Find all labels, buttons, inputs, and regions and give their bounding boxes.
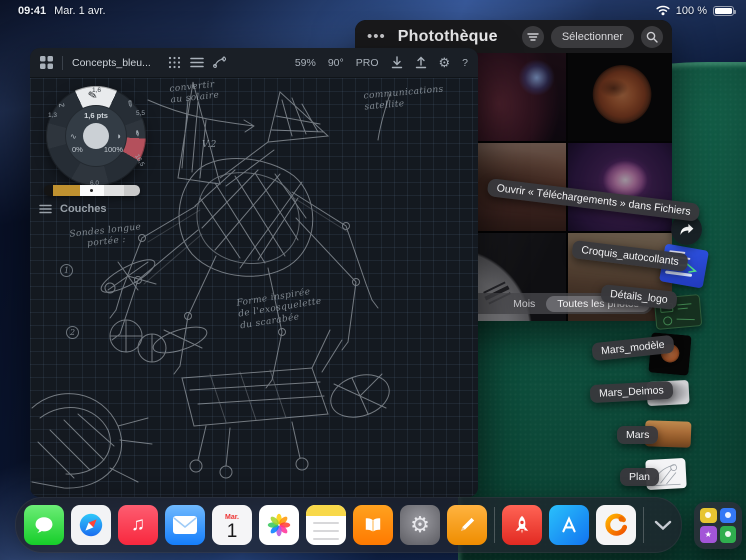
search-icon <box>646 31 658 43</box>
opacity-min: 0% <box>72 145 83 154</box>
dock-appstore-icon[interactable] <box>549 505 589 545</box>
annotation-marker-1: 1 <box>60 264 73 277</box>
pro-badge[interactable]: PRO <box>356 57 379 69</box>
drag-label-plan[interactable]: Plan <box>620 468 660 486</box>
export-icon[interactable] <box>415 56 427 69</box>
opacity-icon: ◑ <box>115 131 121 141</box>
battery-icon <box>713 6 736 16</box>
wheel-settings-dial[interactable]: 1,6 pts ∿ ◑ 0% 100% <box>65 105 127 167</box>
status-bar: 09:41 Mar. 1 avr. 100 % <box>0 0 746 22</box>
mini-app-icon: ★ <box>700 525 717 543</box>
color-swatch-lightgray[interactable] <box>104 185 124 196</box>
mini-app-icon <box>719 525 736 543</box>
color-swatch-black[interactable] <box>44 185 53 196</box>
help-button[interactable]: ? <box>462 57 468 69</box>
filter-icon <box>527 32 539 41</box>
mini-app-icon <box>719 508 736 523</box>
photos-title: Photothèque <box>397 27 498 45</box>
dock-messages-icon[interactable] <box>24 505 64 545</box>
annotation-marker-2: 2 <box>66 326 79 339</box>
opacity-max: 100% <box>103 145 123 154</box>
tool-wheel[interactable]: ✎ ∿ ✎ ✒ 1,3 1,6 5,5 16,5 6,0 1,6 pts ∿ ◑… <box>46 86 146 187</box>
layers-icon <box>39 204 52 214</box>
dock-photos-icon[interactable] <box>259 505 299 545</box>
import-icon[interactable] <box>391 56 403 69</box>
wheel-size-left: 1,3 <box>48 112 58 119</box>
zoom-level[interactable]: 59% <box>295 57 316 69</box>
layers-label: Couches <box>60 203 107 215</box>
concepts-window: Concepts_bleu... 59% 90° PRO ⚙ ? convert… <box>30 48 478 497</box>
dock-notes-icon[interactable] <box>306 505 346 545</box>
dock: ♫ Mar. 1 ⚙ <box>15 497 682 553</box>
clock: 09:41 <box>18 5 47 17</box>
more-options-icon[interactable]: ••• <box>364 29 389 44</box>
photo-thumbnail-mars-planet[interactable] <box>567 53 672 141</box>
dock-rocket-app-icon[interactable] <box>502 505 542 545</box>
share-arrow-icon <box>680 223 694 236</box>
color-swatch-gold[interactable] <box>52 185 80 196</box>
color-swatch-bar <box>44 185 140 196</box>
calendar-day: 1 <box>226 520 238 542</box>
dock-books-icon[interactable] <box>353 505 393 545</box>
gallery-icon[interactable] <box>40 56 53 69</box>
nib-tool-icon: ✒ <box>132 128 144 138</box>
chevron-down-icon[interactable] <box>651 505 675 545</box>
dock-music-icon[interactable]: ♫ <box>118 505 158 545</box>
grid-settings-icon[interactable] <box>168 56 181 69</box>
color-swatch-gray[interactable] <box>123 185 140 196</box>
dock-settings-icon[interactable]: ⚙ <box>400 505 440 545</box>
app-library-stack[interactable]: ★ <box>694 502 742 549</box>
color-swatch-white-selected[interactable] <box>79 185 105 196</box>
tab-months[interactable]: Mois <box>502 296 546 312</box>
concepts-toolbar: Concepts_bleu... 59% 90° PRO ⚙ ? <box>30 48 478 78</box>
wifi-icon <box>656 4 670 19</box>
wheel-center-button[interactable] <box>83 123 109 149</box>
dock-mail-icon[interactable] <box>165 505 205 545</box>
wheel-size-top: 1,6 <box>92 87 102 94</box>
mini-app-icon <box>700 508 717 523</box>
photo-thumbnail-orion-nebula[interactable] <box>567 143 672 231</box>
drawing-canvas[interactable]: convertir au solaire communications sate… <box>30 78 478 497</box>
document-title[interactable]: Concepts_bleu... <box>72 57 151 69</box>
dock-divider <box>643 507 644 543</box>
vector-tool-icon[interactable] <box>212 56 226 69</box>
date: Mar. 1 avr. <box>54 5 106 17</box>
dock-safari-icon[interactable] <box>71 505 111 545</box>
settings-gear-icon[interactable]: ⚙ <box>439 56 451 69</box>
menu-lines-icon[interactable] <box>190 57 204 68</box>
dock-drawing-app-icon[interactable] <box>447 505 487 545</box>
drag-label-mars[interactable]: Mars <box>617 426 659 444</box>
select-button[interactable]: Sélectionner <box>550 25 634 48</box>
battery-percent: 100 % <box>675 5 707 17</box>
annotation-version: V.2 <box>202 140 217 150</box>
dock-calendar-icon[interactable]: Mar. 1 <box>212 505 252 545</box>
search-button[interactable] <box>641 25 663 48</box>
filter-button[interactable] <box>521 25 544 48</box>
wheel-size-right: 5,5 <box>135 110 145 117</box>
rotation-angle[interactable]: 90° <box>328 57 344 69</box>
dock-divider <box>494 507 495 543</box>
smoothing-icon: ∿ <box>70 132 77 141</box>
stroke-width-value: 1,6 pts <box>84 111 108 120</box>
dock-concepts-icon[interactable] <box>596 505 636 545</box>
layers-button[interactable]: Couches <box>39 203 106 215</box>
